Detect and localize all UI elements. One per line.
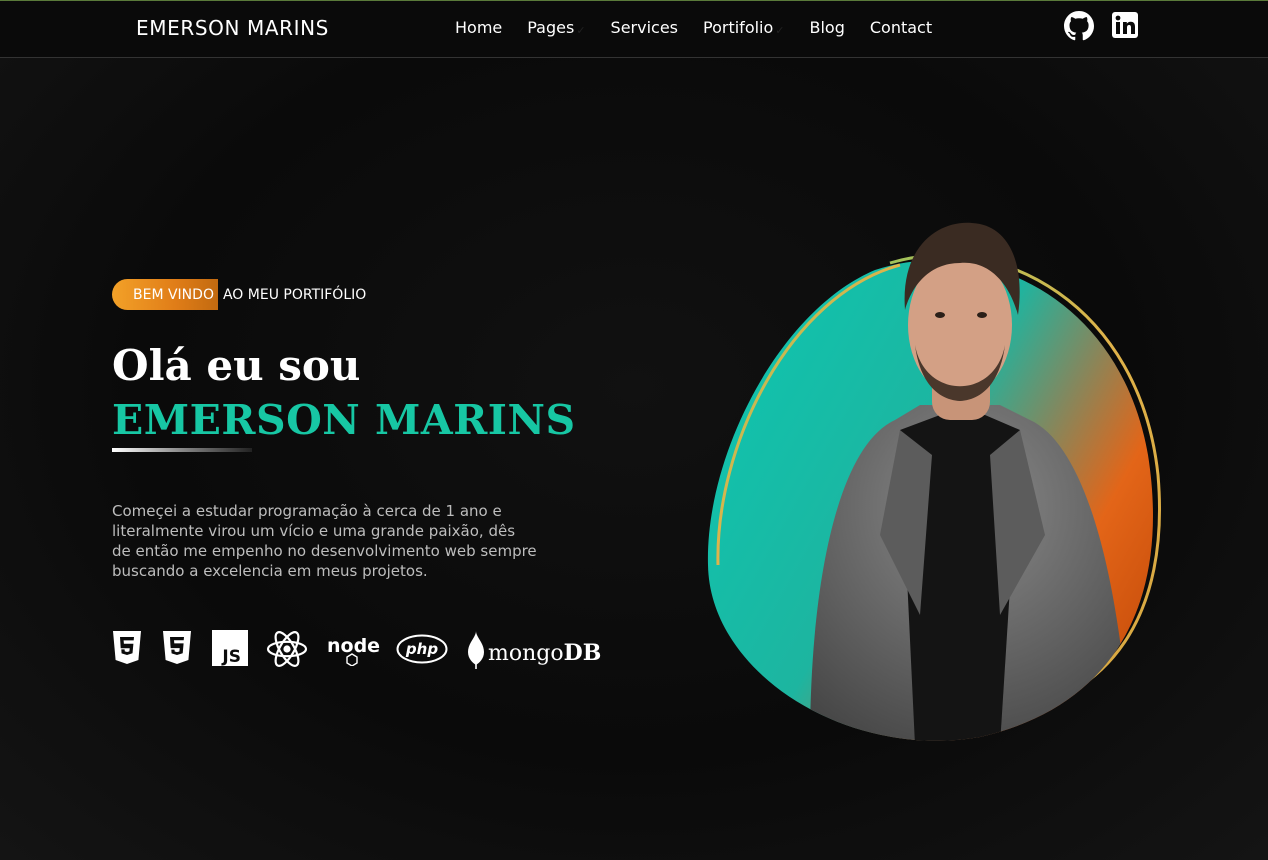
chevron-down-icon: ✓ bbox=[576, 24, 586, 37]
nav-home-label: Home bbox=[455, 18, 503, 37]
hero-greeting: Olá eu sou bbox=[112, 341, 361, 390]
js-icon-label: JS bbox=[221, 647, 241, 666]
hero-name: EMERSON MARINS bbox=[112, 396, 576, 444]
chevron-down-icon: ✓ bbox=[775, 24, 785, 37]
css3-icon bbox=[162, 630, 192, 666]
nav-blog-label: Blog bbox=[809, 18, 845, 37]
site-header: EMERSON MARINS Home Pages ✓ Services Por… bbox=[0, 1, 1268, 58]
db-icon-label: DB bbox=[564, 640, 602, 666]
hero-bio: Começei a estudar programação à cerca de… bbox=[112, 502, 537, 580]
php-icon-label: php bbox=[405, 640, 438, 658]
php-icon: php bbox=[396, 630, 448, 668]
nav-pages-label: Pages bbox=[527, 18, 575, 37]
nav-pages[interactable]: Pages ✓ bbox=[527, 18, 585, 37]
nav-portfolio[interactable]: Portifolio ✓ bbox=[703, 18, 784, 37]
node-icon-label: node bbox=[327, 635, 380, 657]
github-icon[interactable] bbox=[1064, 11, 1094, 41]
main-nav: Home Pages ✓ Services Portifolio ✓ Blog … bbox=[455, 18, 957, 37]
html5-icon bbox=[112, 630, 142, 666]
profile-photo bbox=[700, 215, 1170, 745]
nav-home[interactable]: Home bbox=[455, 18, 502, 37]
javascript-icon: JS bbox=[212, 630, 248, 666]
nodejs-icon: node bbox=[326, 630, 380, 666]
nav-services[interactable]: Services bbox=[611, 18, 678, 37]
react-icon bbox=[266, 630, 308, 668]
nav-blog[interactable]: Blog bbox=[810, 18, 845, 37]
nav-services-label: Services bbox=[610, 18, 679, 37]
nav-contact-label: Contact bbox=[869, 18, 933, 37]
welcome-subtitle: AO MEU PORTIFÓLIO bbox=[222, 286, 367, 303]
mongo-icon-label: mongo bbox=[488, 641, 564, 666]
mongodb-icon: mongoDB bbox=[466, 630, 610, 670]
welcome-tagline: BEM VINDO AO MEU PORTIFÓLIO bbox=[112, 279, 366, 310]
welcome-badge: BEM VINDO bbox=[112, 279, 218, 310]
site-logo[interactable]: EMERSON MARINS bbox=[136, 16, 329, 40]
linkedin-icon[interactable] bbox=[1111, 11, 1139, 39]
title-underline bbox=[112, 448, 252, 452]
nav-portfolio-label: Portifolio bbox=[703, 18, 774, 37]
nav-contact[interactable]: Contact bbox=[870, 18, 932, 37]
svg-text:mongoDB: mongoDB bbox=[488, 640, 601, 666]
